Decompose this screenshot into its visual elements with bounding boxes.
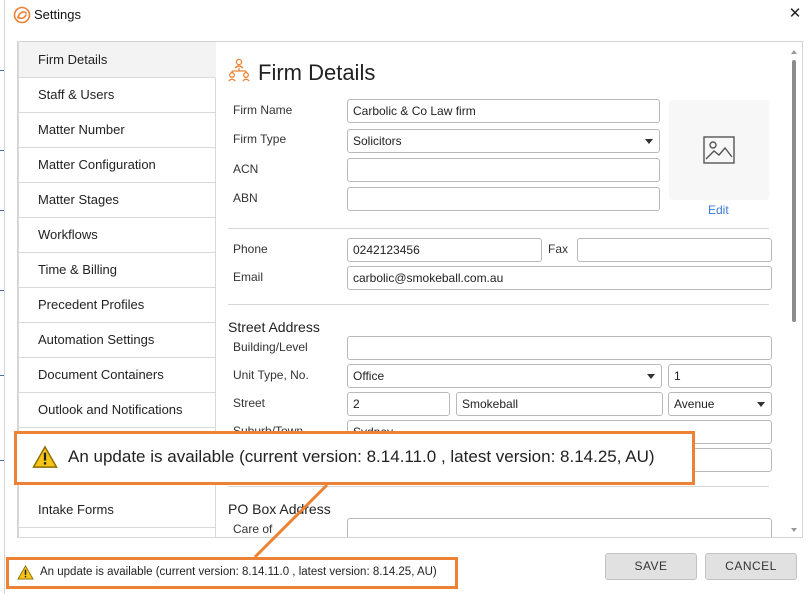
- sidebar-item-outlook-notifications[interactable]: Outlook and Notifications: [18, 393, 216, 428]
- smokeball-logo-icon: [13, 6, 31, 24]
- phone-label: Phone: [233, 242, 268, 256]
- page-title: Firm Details: [258, 60, 376, 85]
- fax-label: Fax: [548, 242, 569, 256]
- phone-field[interactable]: 0242123456: [347, 238, 542, 262]
- firm-logo-placeholder[interactable]: [669, 100, 769, 200]
- firm-type-select[interactable]: Solicitors: [347, 129, 660, 153]
- update-callout-message: An update is available (current version:…: [68, 447, 655, 466]
- warning-triangle-icon: [17, 565, 34, 580]
- sidebar-item-matter-configuration[interactable]: Matter Configuration: [18, 148, 216, 183]
- warning-triangle-icon: [32, 445, 58, 468]
- sidebar-item-next[interactable]: [18, 528, 216, 538]
- abn-label: ABN: [233, 191, 258, 205]
- sidebar-item-automation-settings[interactable]: Automation Settings: [18, 323, 216, 358]
- sidebar-item-workflows[interactable]: Workflows: [18, 218, 216, 253]
- street-name-field[interactable]: Smokeball: [456, 392, 663, 416]
- sidebar-item-matter-number[interactable]: Matter Number: [18, 113, 216, 148]
- unit-number-field[interactable]: 1: [668, 364, 772, 388]
- cancel-button[interactable]: CANCEL: [705, 553, 797, 580]
- care-of-field[interactable]: [347, 518, 772, 537]
- section-divider: [228, 228, 769, 229]
- firm-type-value: Solicitors: [353, 134, 402, 148]
- update-status-message: An update is available (current version:…: [40, 566, 437, 578]
- acn-field[interactable]: [347, 158, 660, 182]
- update-status-bar[interactable]: An update is available (current version:…: [6, 557, 458, 589]
- building-level-field[interactable]: [347, 336, 772, 360]
- care-of-label: Care of: [233, 522, 273, 536]
- sidebar-item-precedent-profiles[interactable]: Precedent Profiles: [18, 288, 216, 323]
- sidebar-item-intake-forms[interactable]: Intake Forms: [18, 493, 216, 528]
- po-box-heading: PO Box Address: [228, 501, 331, 517]
- section-divider: [228, 486, 769, 487]
- building-level-label: Building/Level: [233, 340, 308, 354]
- email-field[interactable]: carbolic@smokeball.com.au: [347, 266, 772, 290]
- update-callout-zoom: An update is available (current version:…: [14, 431, 695, 485]
- close-icon[interactable]: ✕: [783, 3, 807, 25]
- sidebar-item-document-containers[interactable]: Document Containers: [18, 358, 216, 393]
- vertical-scrollbar[interactable]: [787, 42, 802, 537]
- save-button[interactable]: SAVE: [605, 553, 697, 580]
- window-title: Settings: [34, 7, 81, 22]
- title-bar: Settings ✕: [5, 0, 808, 30]
- sidebar-item-firm-details[interactable]: Firm Details: [18, 42, 216, 78]
- street-type-value: Avenue: [674, 397, 715, 411]
- settings-window: Settings ✕ Firm Details Staff & Users Ma…: [4, 0, 808, 594]
- scroll-thumb[interactable]: [792, 60, 796, 322]
- scroll-up-icon[interactable]: [791, 50, 797, 54]
- section-divider: [228, 304, 769, 305]
- firm-name-field[interactable]: Carbolic & Co Law firm: [347, 99, 660, 123]
- chevron-down-icon: [757, 402, 765, 407]
- edit-logo-link[interactable]: Edit: [708, 203, 729, 217]
- unit-type-select[interactable]: Office: [347, 364, 662, 388]
- scroll-down-icon[interactable]: [791, 528, 797, 532]
- acn-label: ACN: [233, 162, 259, 176]
- email-label: Email: [233, 270, 264, 284]
- street-label: Street: [233, 396, 266, 410]
- sidebar-item-time-billing[interactable]: Time & Billing: [18, 253, 216, 288]
- image-placeholder-icon: [703, 136, 735, 164]
- firm-name-label: Firm Name: [233, 103, 293, 117]
- unit-type-label: Unit Type, No.: [233, 368, 309, 382]
- fax-field[interactable]: [577, 238, 772, 262]
- people-hierarchy-icon: [228, 58, 250, 82]
- street-number-field[interactable]: 2: [347, 392, 450, 416]
- firm-type-label: Firm Type: [233, 132, 287, 146]
- chevron-down-icon: [647, 374, 655, 379]
- sidebar-item-matter-stages[interactable]: Matter Stages: [18, 183, 216, 218]
- sidebar-item-staff-users[interactable]: Staff & Users: [18, 78, 216, 113]
- street-type-select[interactable]: Avenue: [668, 392, 772, 416]
- abn-field[interactable]: [347, 187, 660, 211]
- unit-type-value: Office: [353, 369, 385, 383]
- chevron-down-icon: [645, 139, 653, 144]
- street-address-heading: Street Address: [228, 319, 320, 335]
